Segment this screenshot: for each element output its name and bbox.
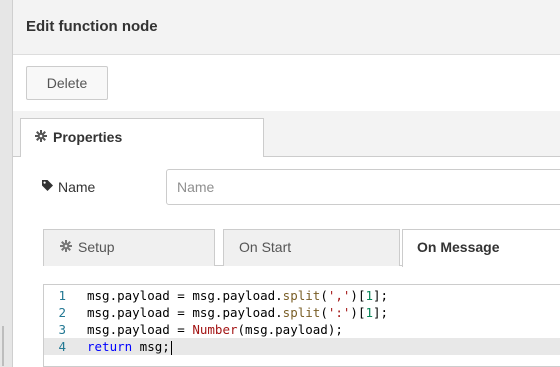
gear-icon: [35, 119, 47, 155]
edit-tray: Edit function node Delete Properties Nam…: [12, 0, 560, 367]
code-token: (: [320, 288, 328, 303]
code-token: msg;: [132, 339, 170, 354]
tab-on-start-label: On Start: [239, 239, 292, 255]
code-token: (msg.payload);: [237, 322, 343, 337]
code-token: ',': [327, 288, 351, 303]
properties-tab-bar: Properties: [13, 111, 560, 157]
code-token: msg.payload = msg.payload.: [87, 305, 283, 320]
name-label-text: Name: [58, 179, 96, 195]
code-token: 1: [365, 288, 374, 303]
line-number: 1: [58, 288, 66, 303]
code-token: ':': [327, 305, 351, 320]
code-token: msg.payload =: [87, 322, 193, 337]
name-label: Name: [41, 179, 95, 195]
code-text: msg.payload = Number(msg.payload);: [87, 321, 343, 338]
code-line[interactable]: 1 msg.payload = msg.payload.split(',')[1]…: [44, 287, 560, 304]
code-token: Number: [192, 322, 238, 337]
gear-icon: [60, 230, 72, 264]
code-token: 1: [365, 305, 374, 320]
name-row: Name: [13, 157, 560, 223]
code-token: )[: [350, 288, 366, 303]
tray-toolbar: Delete: [13, 55, 560, 111]
text-cursor: [170, 340, 172, 355]
code-text: msg.payload = msg.payload.split(':')[1];: [87, 304, 388, 321]
code-token: split: [282, 288, 321, 303]
tab-on-message-label: On Message: [417, 239, 500, 255]
tag-icon: [41, 179, 54, 195]
code-editor[interactable]: 1 msg.payload = msg.payload.split(',')[1]…: [43, 284, 560, 367]
tab-on-message[interactable]: On Message: [402, 229, 560, 267]
code-token: (: [320, 305, 328, 320]
function-tabs: Setup On Start On Message: [13, 224, 560, 267]
line-number: 4: [58, 339, 66, 354]
code-token: msg.payload = msg.payload.: [87, 288, 283, 303]
code-line[interactable]: 3 msg.payload = Number(msg.payload);: [44, 321, 560, 338]
code-text: msg.payload = msg.payload.split(',')[1];: [87, 287, 388, 304]
code-token: )[: [350, 305, 366, 320]
code-line[interactable]: 4 return msg;: [44, 338, 560, 355]
tab-setup[interactable]: Setup: [43, 229, 215, 266]
code-token: ];: [373, 288, 389, 303]
code-line[interactable]: 2 msg.payload = msg.payload.split(':')[1]…: [44, 304, 560, 321]
tab-on-start[interactable]: On Start: [223, 229, 400, 266]
left-sidebar-strip: [0, 0, 12, 367]
code-token: return: [87, 339, 133, 354]
code-token: ];: [373, 305, 389, 320]
code-text: return msg;: [87, 338, 172, 355]
code-token: split: [282, 305, 321, 320]
tab-setup-label: Setup: [78, 239, 115, 255]
scroll-mark: [2, 326, 4, 366]
tab-properties-label: Properties: [53, 129, 123, 145]
line-number: 2: [58, 305, 66, 320]
tray-header: Edit function node: [13, 0, 560, 55]
tray-title: Edit function node: [26, 18, 158, 35]
name-input[interactable]: [166, 169, 560, 205]
delete-button[interactable]: Delete: [26, 66, 108, 100]
tab-properties[interactable]: Properties: [20, 118, 264, 157]
line-number: 3: [58, 322, 66, 337]
